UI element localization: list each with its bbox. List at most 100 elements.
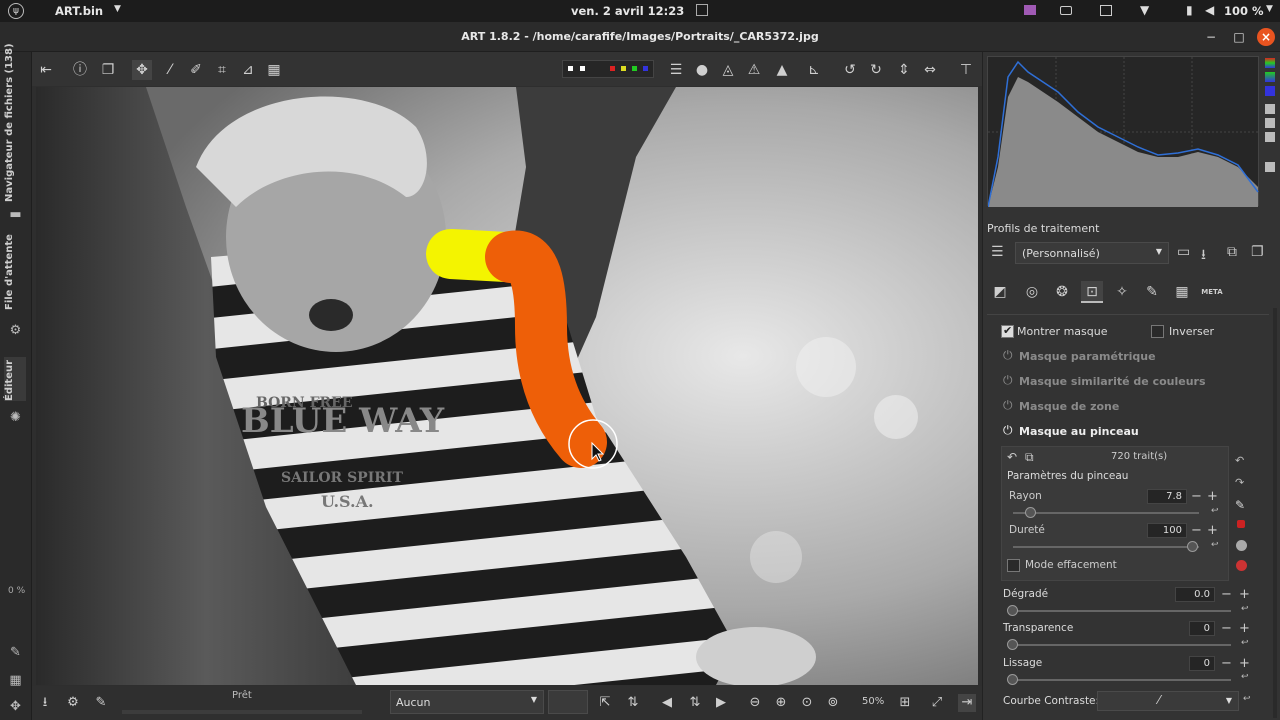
redo-icon[interactable]: ↷ — [1235, 476, 1244, 489]
highlight-warning-icon[interactable]: ⚠ — [744, 60, 764, 80]
eraser-icon[interactable] — [1237, 520, 1245, 528]
folder-icon[interactable]: ▬ — [7, 206, 24, 223]
microphone-icon[interactable]: ▮ — [1186, 3, 1193, 17]
hardness-value[interactable]: 100 — [1147, 523, 1187, 538]
reset-icon[interactable]: ↩ — [1241, 604, 1249, 614]
decrease-icon[interactable]: − — [1191, 524, 1202, 537]
power-icon[interactable]: ⏻ — [1003, 373, 1013, 388]
sync-icon[interactable]: ⇅ — [624, 694, 642, 712]
pen-icon[interactable]: ✎ — [7, 644, 24, 661]
gradient-slider-knob[interactable] — [1007, 605, 1018, 616]
radius-slider[interactable] — [1013, 512, 1199, 514]
label-white-icon[interactable] — [580, 66, 585, 71]
wifi-icon[interactable]: ▼ — [1140, 3, 1149, 17]
tab-color-icon[interactable]: ❂ — [1051, 281, 1073, 303]
color-similarity-mask-label[interactable]: Masque similarité de couleurs — [1019, 375, 1206, 388]
open-profile-icon[interactable]: ▭ — [1177, 244, 1190, 260]
rotate-right-icon[interactable]: ↻ — [866, 60, 886, 80]
minimize-icon[interactable]: − — [1202, 28, 1220, 46]
app-indicator-icon[interactable] — [1024, 5, 1036, 15]
profile-select[interactable]: (Personnalisé) ▼ — [1015, 242, 1169, 264]
profile-list-icon[interactable]: ☰ — [991, 244, 1004, 260]
power-icon[interactable]: ⏻ — [1003, 348, 1013, 363]
tab-queue[interactable]: File d'attente — [4, 234, 26, 310]
increase-icon[interactable]: + — [1207, 490, 1218, 503]
battery-level[interactable]: 100 % — [1224, 4, 1264, 18]
transparency-value[interactable]: 0 — [1189, 621, 1215, 636]
zoom-fit-icon[interactable]: ⊙ — [798, 694, 816, 712]
contrast-curve-select[interactable]: ⁄ ▼ — [1097, 691, 1239, 711]
power-icon[interactable]: ⏻ — [1003, 423, 1013, 438]
decrease-icon[interactable]: − — [1221, 622, 1232, 635]
hardness-slider[interactable] — [1013, 546, 1199, 548]
close-icon[interactable]: × — [1257, 28, 1275, 46]
crop-icon[interactable]: ⌗ — [212, 60, 232, 80]
color-labels[interactable] — [562, 60, 654, 78]
tab-editor[interactable]: Éditeur — [4, 357, 26, 401]
sort-icon[interactable]: ⇅ — [686, 694, 704, 712]
histogram-channels-icon[interactable] — [1265, 58, 1275, 68]
hardness-slider-knob[interactable] — [1187, 541, 1198, 552]
tab-metadata-icon[interactable]: META — [1201, 281, 1223, 303]
new-detail-window-icon[interactable]: ⊞ — [896, 694, 914, 712]
fullscreen-icon[interactable]: ⤢ — [928, 694, 946, 712]
clear-icon[interactable] — [1236, 560, 1247, 571]
arrow-right-icon[interactable]: ▶ — [712, 694, 730, 712]
smoothing-value[interactable]: 0 — [1189, 656, 1215, 671]
smoothing-slider[interactable] — [1009, 679, 1231, 681]
parametric-mask-label[interactable]: Masque paramétrique — [1019, 350, 1156, 363]
gear-icon[interactable]: ⚙ — [7, 322, 24, 339]
color-profile-select[interactable] — [548, 690, 588, 714]
filmstrip-icon[interactable]: ▦ — [7, 672, 24, 689]
shadow-warning-icon[interactable]: ▲ — [772, 60, 792, 80]
increase-icon[interactable]: + — [1239, 588, 1250, 601]
histogram[interactable] — [987, 56, 1260, 208]
gradient-value[interactable]: 0.0 — [1175, 587, 1215, 602]
arrow-left-icon[interactable]: ◀ — [658, 694, 676, 712]
tab-raw-icon[interactable]: ▦ — [1171, 281, 1193, 303]
navigate-prev-icon[interactable]: ⇱ — [596, 694, 614, 712]
tab-file-browser[interactable]: Navigateur de fichiers (138) — [4, 43, 26, 202]
tab-lens-icon[interactable]: ✎ — [1141, 281, 1163, 303]
increase-icon[interactable]: + — [1207, 524, 1218, 537]
radius-slider-knob[interactable] — [1025, 507, 1036, 518]
app-menu[interactable]: ART.bin — [55, 4, 103, 18]
screenshot-icon[interactable] — [696, 4, 708, 16]
reset-icon[interactable]: ↩ — [1211, 540, 1219, 550]
straighten-icon[interactable]: ⊿ — [238, 60, 258, 80]
increase-icon[interactable]: + — [1239, 657, 1250, 670]
histogram-green-icon[interactable] — [1265, 72, 1275, 82]
radius-value[interactable]: 7.8 — [1147, 489, 1187, 504]
zoom-in-icon[interactable]: ⊕ — [772, 694, 790, 712]
edit-external-icon[interactable]: ✎ — [92, 694, 110, 712]
channel-icon[interactable]: ● — [692, 60, 712, 80]
panel-scrollbar[interactable] — [1273, 308, 1277, 718]
fill-icon[interactable] — [1236, 540, 1247, 551]
collapse-left-icon[interactable]: ⇤ — [36, 60, 56, 80]
info-icon[interactable]: ⓘ — [70, 60, 90, 80]
reset-icon[interactable]: ↩ — [1241, 638, 1249, 648]
label-yellow-icon[interactable] — [621, 66, 626, 71]
flip-horizontal-icon[interactable]: ⇔ — [920, 60, 940, 80]
transparency-slider-knob[interactable] — [1007, 639, 1018, 650]
transparency-slider[interactable] — [1009, 644, 1231, 646]
area-mask-label[interactable]: Masque de zone — [1019, 400, 1119, 413]
copy-profile-icon[interactable]: ⧉ — [1227, 244, 1237, 260]
paste-profile-icon[interactable]: ❐ — [1251, 244, 1264, 260]
reset-icon[interactable]: ↩ — [1243, 694, 1251, 704]
brush-mask-label[interactable]: Masque au pinceau — [1019, 425, 1139, 438]
image-preview[interactable]: BORN FREE BLUE WAY SAILOR SPIRIT U.S.A. — [36, 87, 978, 685]
collapse-top-icon[interactable]: ⊤ — [956, 60, 976, 80]
show-mask-checkbox[interactable]: ✔ — [1001, 324, 1014, 338]
focus-mask-icon[interactable]: ☰ — [666, 60, 686, 80]
tab-exposure-icon[interactable]: ◩ — [989, 281, 1011, 303]
histogram-chroma-icon[interactable] — [1265, 118, 1275, 128]
label-none-icon[interactable] — [568, 66, 573, 71]
white-balance-picker-icon[interactable]: ⁄ — [160, 60, 180, 80]
move-icon[interactable]: ✥ — [7, 698, 24, 715]
label-green-icon[interactable] — [632, 66, 637, 71]
tab-local-edit-icon[interactable]: ⊡ — [1081, 281, 1103, 303]
perspective-icon[interactable]: ▦ — [264, 60, 284, 80]
histogram-icon[interactable]: ⊾ — [804, 60, 824, 80]
windows-icon[interactable] — [1100, 5, 1112, 16]
